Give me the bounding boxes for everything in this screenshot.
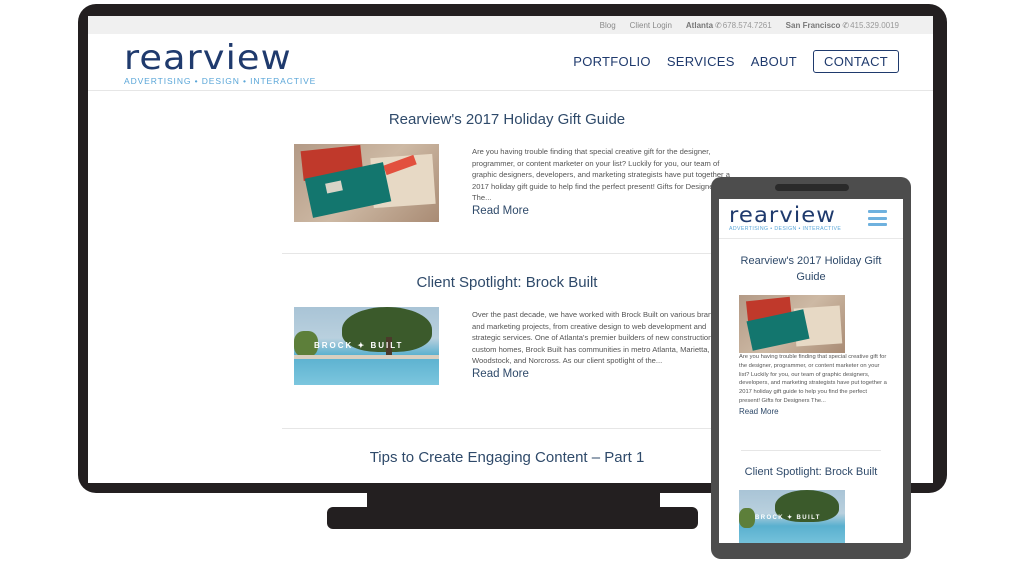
pool-deck [294,355,439,359]
mobile-logo[interactable]: rearview ADVERTISING • DESIGN • INTERACT… [729,205,841,233]
post-divider [741,450,881,451]
phone-icon: ✆ [715,20,722,30]
mobile-holiday-gifts-image[interactable] [739,295,845,353]
monitor-stand-base [327,507,698,529]
atlanta-label: Atlanta [685,20,714,30]
device-mockup: Blog Client Login Atlanta ✆678.574.7261 S… [0,0,1024,565]
site-header: rearview ADVERTISING • DESIGN • INTERACT… [88,34,933,91]
post-body: BROCK ✦ BUILT Over the past decade, we h… [282,307,732,387]
post-title[interactable]: Rearview's 2017 Holiday Gift Guide [282,111,732,128]
read-more-link[interactable]: Read More [472,368,732,381]
blog-post: Tips to Create Engaging Content – Part 1 [282,449,732,466]
nav-about[interactable]: ABOUT [751,54,797,69]
post-excerpt: Over the past decade, we have worked wit… [472,309,732,380]
blog-post: Client Spotlight: Brock Built BROCK ✦ BU… [282,274,732,387]
sf-label: San Francisco [785,20,841,30]
logo-wordmark: rearview [729,203,836,227]
blog-post: Rearview's 2017 Holiday Gift Guide Are y… [282,111,732,224]
excerpt-text: Are you having trouble finding that spec… [739,354,887,404]
mobile-post-excerpt: Are you having trouble finding that spec… [739,353,889,417]
holiday-gifts-image[interactable] [294,144,439,222]
mobile-screen: rearview ADVERTISING • DESIGN • INTERACT… [719,199,903,543]
mobile-post-title[interactable]: Rearview's 2017 Holiday Gift Guide [727,253,895,285]
post-title[interactable]: Tips to Create Engaging Content – Part 1 [282,449,732,466]
brock-built-image[interactable]: BROCK ✦ BUILT [294,307,439,385]
mobile-header: rearview ADVERTISING • DESIGN • INTERACT… [719,199,903,239]
client-login-link[interactable]: Client Login [630,21,672,30]
mobile-phone: rearview ADVERTISING • DESIGN • INTERACT… [711,177,911,559]
nav-services[interactable]: SERVICES [667,54,735,69]
sf-office: San Francisco ✆415.329.0019 [786,21,899,30]
excerpt-text: Are you having trouble finding that spec… [472,147,730,202]
post-excerpt: Are you having trouble finding that spec… [472,146,732,217]
post-divider [282,253,732,254]
logo-wordmark: rearview [124,38,292,78]
nav-contact-button[interactable]: CONTACT [813,50,899,73]
logo[interactable]: rearview ADVERTISING • DESIGN • INTERACT… [124,41,316,86]
mobile-post-title[interactable]: Client Spotlight: Brock Built [727,464,895,480]
post-title[interactable]: Client Spotlight: Brock Built [282,274,732,291]
mobile-read-more-link[interactable]: Read More [739,407,889,417]
blog-link[interactable]: Blog [600,21,616,30]
atlanta-office: Atlanta ✆678.574.7261 [686,21,772,30]
brock-built-wordmark: BROCK ✦ BUILT [755,515,821,521]
hedge [739,508,755,528]
utility-bar: Blog Client Login Atlanta ✆678.574.7261 S… [88,16,933,34]
phone-speaker [775,184,849,191]
excerpt-text: Over the past decade, we have worked wit… [472,310,727,365]
hamburger-icon[interactable] [868,210,887,226]
post-body: Are you having trouble finding that spec… [282,144,732,224]
mobile-brock-built-image[interactable]: BROCK ✦ BUILT [739,490,845,543]
phone-icon: ✆ [842,20,850,30]
sf-phone[interactable]: 415.329.0019 [850,21,899,30]
read-more-link[interactable]: Read More [472,205,732,218]
brock-built-wordmark: BROCK ✦ BUILT [314,341,404,350]
atlanta-phone[interactable]: 678.574.7261 [723,21,772,30]
post-divider [282,428,732,429]
nav-portfolio[interactable]: PORTFOLIO [573,54,651,69]
main-nav: PORTFOLIO SERVICES ABOUT CONTACT [557,50,899,73]
